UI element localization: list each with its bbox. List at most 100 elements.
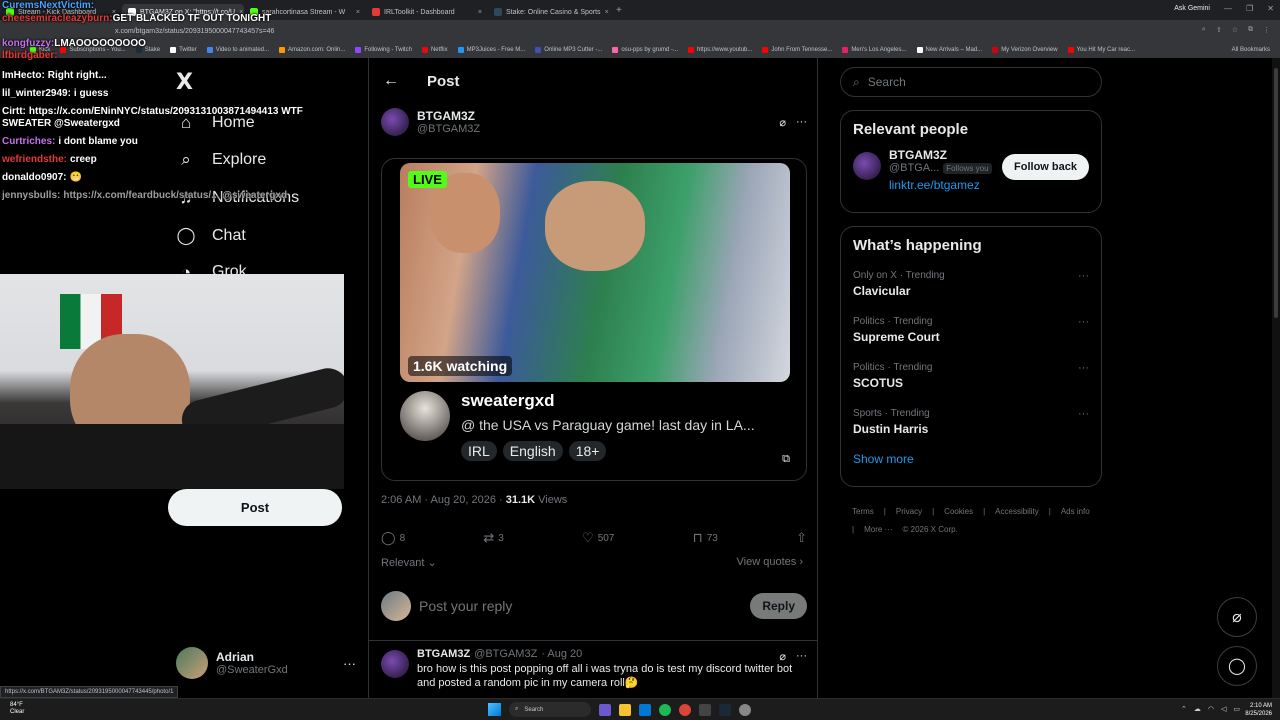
more-icon[interactable]: ··· xyxy=(796,650,807,663)
reply-author-name[interactable]: BTGAM3Z xyxy=(417,648,470,660)
close-icon[interactable]: × xyxy=(605,9,609,16)
repost-button[interactable]: ⇄ 3 xyxy=(483,530,503,546)
settings-icon[interactable] xyxy=(739,703,751,716)
post-button[interactable]: Post xyxy=(168,489,342,526)
show-more-link[interactable]: Show more xyxy=(841,448,1101,478)
trend-item[interactable]: Sports · Trending Dustin Harris ··· xyxy=(841,402,1101,448)
ask-gemini-button[interactable]: Ask Gemini xyxy=(1174,5,1210,12)
grok-fab-button[interactable]: ⌀ xyxy=(1217,597,1257,637)
more-icon[interactable]: ··· xyxy=(343,656,356,671)
reply-date[interactable]: · Aug 20 xyxy=(541,648,582,660)
file-explorer-icon[interactable] xyxy=(619,703,631,716)
avatar[interactable] xyxy=(381,108,409,136)
trend-item[interactable]: Only on X · Trending Clavicular ··· xyxy=(841,264,1101,310)
grok-icon[interactable]: ⌀ xyxy=(779,650,786,663)
bookmark-item[interactable]: osu-pps by grumd -... xyxy=(612,47,678,53)
bookmark-item[interactable]: Following - Twitch xyxy=(355,47,412,53)
bookmark-item[interactable]: New Arrivals – Mad... xyxy=(916,47,982,53)
more-icon[interactable]: ··· xyxy=(1078,316,1089,328)
trend-item[interactable]: Politics · Trending Supreme Court ··· xyxy=(841,310,1101,356)
taskbar-clock[interactable]: 2:10 AM 8/25/2026 xyxy=(1245,702,1272,718)
bookmark-item[interactable]: Amazon.com: Onlin... xyxy=(279,47,345,53)
share-icon[interactable]: ⇪ xyxy=(1216,26,1222,34)
trend-item[interactable]: Politics · Trending SCOTUS ··· xyxy=(841,356,1101,402)
cloud-icon[interactable]: ☁ xyxy=(1194,705,1201,713)
footer-link[interactable]: © 2026 X Corp. xyxy=(903,521,958,539)
messages-fab-button[interactable]: ◯ xyxy=(1217,646,1257,686)
edit-image-icon[interactable]: ⧉ xyxy=(782,453,790,466)
reply-submit-button[interactable]: Reply xyxy=(750,593,807,619)
close-window-icon[interactable]: ✕ xyxy=(1267,4,1274,13)
battery-icon[interactable]: ▭ xyxy=(1233,705,1240,713)
close-icon[interactable]: × xyxy=(478,9,482,16)
extensions-icon[interactable]: ⧉ xyxy=(1248,26,1253,34)
close-icon[interactable]: × xyxy=(356,9,360,16)
reply-button[interactable]: ◯ 8 xyxy=(381,530,405,546)
more-icon[interactable]: ··· xyxy=(1078,362,1089,374)
bookmark-item[interactable]: Netflix xyxy=(421,47,448,53)
stream-thumbnail[interactable]: LIVE 1.6K watching xyxy=(400,163,790,382)
more-icon[interactable]: ··· xyxy=(1078,408,1089,420)
nav-chat[interactable]: ◯ Chat xyxy=(176,226,245,246)
grok-icon[interactable]: ⌀ xyxy=(779,116,786,129)
bookmark-item[interactable]: Online MP3 Cutter -... xyxy=(535,47,602,53)
volume-icon[interactable]: ◁ xyxy=(1221,705,1226,713)
windows-start-icon[interactable] xyxy=(488,703,501,716)
more-icon[interactable]: ··· xyxy=(1078,270,1089,282)
footer-link[interactable]: Ads info xyxy=(1061,503,1090,521)
footer-link[interactable]: Accessibility xyxy=(995,503,1039,521)
more-icon[interactable]: ··· xyxy=(796,116,807,129)
steam-icon[interactable] xyxy=(719,703,731,716)
maximize-icon[interactable]: ❐ xyxy=(1246,4,1253,13)
bookmark-item[interactable]: Men's Los Angeles... xyxy=(842,47,907,53)
bookmark-item[interactable]: You Hit My Car reac... xyxy=(1067,47,1135,53)
avatar[interactable] xyxy=(853,152,881,180)
relevant-person[interactable]: BTGAM3Z @BTGA... Follows you linktr.ee/bt… xyxy=(841,148,1101,192)
chrome-icon[interactable] xyxy=(679,703,691,716)
taskview-icon[interactable] xyxy=(599,703,611,716)
taskbar-search[interactable]: ⌕ Search xyxy=(509,702,591,717)
like-button[interactable]: ♡ 507 xyxy=(582,530,614,546)
reply-sort-dropdown[interactable]: Relevant ⌄ xyxy=(381,556,437,569)
page-scrollbar[interactable] xyxy=(1272,58,1280,700)
weather-widget[interactable]: 84°F Clear xyxy=(10,702,24,716)
scrollbar-thumb[interactable] xyxy=(1274,68,1278,318)
footer-link[interactable]: Cookies xyxy=(944,503,973,521)
live-stream-card[interactable]: LIVE 1.6K watching sweatergxd @ the USA … xyxy=(381,158,807,481)
new-tab-button[interactable]: + xyxy=(616,5,622,16)
bookmark-item[interactable]: https://www.youtub... xyxy=(688,47,752,53)
chevron-up-icon[interactable]: ⌃ xyxy=(1181,705,1187,713)
avatar[interactable] xyxy=(381,650,409,678)
search-input[interactable]: ⌕ Search xyxy=(840,67,1102,97)
profile-link[interactable]: linktr.ee/btgamez xyxy=(889,178,992,192)
footer-link[interactable]: Privacy xyxy=(896,503,922,521)
bookmark-button[interactable]: ⊓ 73 xyxy=(693,530,718,546)
author-handle[interactable]: @BTGAM3Z xyxy=(417,123,480,135)
person-name[interactable]: BTGAM3Z xyxy=(889,148,992,162)
view-quotes-link[interactable]: View quotes › xyxy=(737,556,803,568)
browser-tab[interactable]: IRLToolkit - Dashboard × xyxy=(366,4,488,20)
wifi-icon[interactable]: ◠ xyxy=(1208,705,1214,713)
author-name[interactable]: BTGAM3Z xyxy=(417,109,480,123)
minimize-icon[interactable]: — xyxy=(1224,4,1232,13)
reply-post[interactable]: BTGAM3Z @BTGAM3Z · Aug 20 bro how is this … xyxy=(381,648,807,690)
bookmark-item[interactable]: MP3Juices - Free M... xyxy=(457,47,525,53)
bookmark-item[interactable]: John From Tennesse... xyxy=(762,47,832,53)
account-switcher[interactable]: Adrian @SweaterGxd ··· xyxy=(176,646,356,680)
reply-author-handle[interactable]: @BTGAM3Z xyxy=(474,648,537,660)
footer-link[interactable]: More ··· xyxy=(864,521,892,539)
mail-icon[interactable] xyxy=(639,703,651,716)
bookmark-item[interactable]: My Verizon Overview xyxy=(992,47,1058,53)
bookmark-star-icon[interactable]: ☆ xyxy=(1232,26,1238,34)
app-icon[interactable] xyxy=(699,703,711,716)
browser-tab[interactable]: Stake: Online Casino & Sports × xyxy=(488,4,610,20)
follow-back-button[interactable]: Follow back xyxy=(1002,154,1089,180)
post-time[interactable]: 2:06 AM · Aug 20, 2026 · xyxy=(381,494,506,506)
zoom-icon[interactable]: ⌕ xyxy=(1202,26,1206,34)
reply-input[interactable]: Post your reply xyxy=(419,598,512,614)
back-arrow-icon[interactable]: ← xyxy=(383,72,399,90)
nav-grok[interactable]: ◔ Grok xyxy=(176,263,247,274)
share-button[interactable]: ⇧ xyxy=(796,530,807,546)
spotify-icon[interactable] xyxy=(659,703,671,716)
footer-link[interactable]: Terms xyxy=(852,503,874,521)
